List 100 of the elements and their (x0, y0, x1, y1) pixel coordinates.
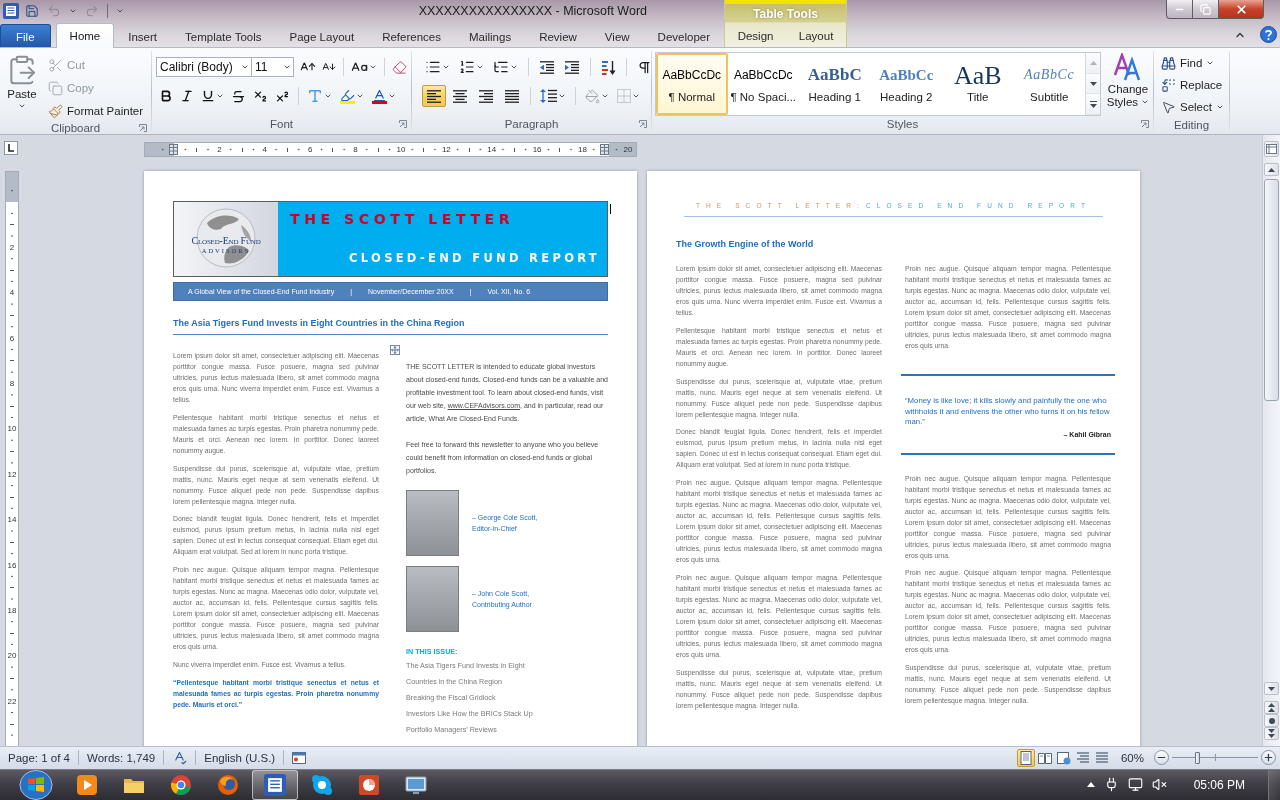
caret-icon[interactable] (69, 7, 77, 15)
caret-icon[interactable] (241, 63, 249, 71)
scroll-up-button[interactable] (1264, 163, 1279, 176)
dialog-launcher-icon[interactable] (399, 119, 407, 128)
ribbon-tab[interactable]: Page Layout (275, 24, 369, 48)
format-painter-button[interactable]: Format Painter (44, 100, 148, 122)
close-icon[interactable] (1234, 2, 1248, 16)
down-arrow-icon[interactable] (1089, 81, 1097, 86)
ribbon-tab[interactable]: Insert (114, 24, 172, 48)
minimize-button[interactable] (1166, 0, 1193, 19)
screen-icon[interactable] (405, 773, 427, 796)
find-button[interactable]: Find (1157, 52, 1228, 74)
numbered-list-icon[interactable] (459, 59, 475, 75)
macro-record-icon[interactable] (292, 751, 307, 764)
caret-icon[interactable] (116, 7, 124, 15)
zoom-slider-thumb[interactable] (1195, 751, 1201, 764)
style-item[interactable]: AaBbCc Heading 2 (870, 53, 942, 115)
binoculars-icon[interactable] (1161, 55, 1176, 71)
taskbar-app-button[interactable] (252, 769, 298, 800)
circle-icon[interactable] (1268, 717, 1275, 724)
caret-icon[interactable] (510, 63, 518, 71)
pie-tile-icon[interactable] (358, 773, 380, 796)
replace-button[interactable]: Replace (1157, 74, 1228, 96)
language-button[interactable]: English (U.S.) (196, 747, 284, 768)
underline-icon[interactable] (201, 89, 215, 103)
ribbon-tab[interactable]: Home (55, 23, 115, 48)
highlighter-icon[interactable] (339, 88, 355, 104)
page-count[interactable]: Page: 1 of 4 (0, 747, 79, 768)
up-arrow-icon[interactable] (1086, 782, 1095, 788)
spell-check-icon[interactable] (172, 750, 188, 766)
font-name-field[interactable]: Calibri (Body) (156, 57, 252, 77)
word-count[interactable]: Words: 1,749 (79, 747, 164, 768)
caret-icon[interactable] (1215, 103, 1224, 111)
style-item[interactable]: AaBbCcDc ¶ Normal (656, 53, 728, 115)
vertical-ruler[interactable]: 2 4 6 8 10 12 14 16 18 20 22 (5, 171, 19, 746)
styles-icon[interactable] (1113, 53, 1143, 81)
column-marker-icon[interactable] (169, 144, 178, 155)
help-icon[interactable] (1260, 26, 1277, 43)
caret-icon[interactable] (388, 92, 396, 100)
ribbon-tab[interactable]: View (590, 24, 644, 48)
paste-button[interactable]: Paste (4, 51, 40, 122)
more-icon[interactable] (1089, 100, 1097, 108)
next-page-button[interactable] (1264, 727, 1279, 740)
double-down-arrow-icon[interactable] (1268, 729, 1275, 738)
caret-icon[interactable] (324, 92, 332, 100)
line-spacing-icon[interactable] (540, 89, 557, 103)
style-item[interactable]: AaB Title (942, 53, 1014, 115)
horizontal-ruler[interactable]: 2 4 6 8 10 12 14 16 18 20 (144, 142, 637, 157)
style-item[interactable]: AaBbCcDc ¶ No Spaci... (727, 53, 799, 115)
double-up-arrow-icon[interactable] (1268, 703, 1275, 712)
replace-icon[interactable] (1161, 77, 1176, 93)
caret-icon[interactable] (283, 63, 291, 71)
vertical-scrollbar[interactable] (1262, 135, 1280, 746)
scroll-down-button[interactable] (1264, 682, 1279, 695)
font-color-icon[interactable] (371, 88, 387, 104)
up-arrow-icon[interactable] (1268, 167, 1275, 172)
caret-icon[interactable] (369, 63, 377, 71)
monitor-icon[interactable] (1127, 777, 1143, 793)
caret-icon[interactable] (632, 92, 640, 100)
style-item[interactable]: AaBbC Heading 1 (799, 53, 871, 115)
color-wheel-icon[interactable] (170, 773, 192, 796)
dialog-launcher-icon[interactable] (1141, 119, 1149, 128)
globe-icon[interactable] (217, 773, 239, 796)
multilevel-list-icon[interactable] (493, 59, 509, 75)
dialog-launcher-icon[interactable] (139, 124, 147, 132)
document-tile-icon[interactable] (264, 773, 286, 796)
column-marker-icon[interactable] (600, 144, 609, 155)
caret-icon[interactable] (601, 92, 609, 100)
caret-icon[interactable] (1206, 59, 1215, 67)
clock[interactable]: 05:06 PM (1193, 777, 1245, 792)
down-arrow-icon[interactable] (1268, 686, 1275, 691)
browse-object-button[interactable] (1264, 714, 1279, 727)
scrollbar-thumb[interactable] (1264, 179, 1279, 401)
tab-stop-icon[interactable] (4, 141, 18, 155)
change-styles-button[interactable]: Change Styles (1103, 50, 1153, 116)
close-button[interactable] (1218, 0, 1264, 19)
play-tile-icon[interactable] (76, 773, 98, 796)
caret-icon[interactable] (18, 102, 26, 110)
caret-icon[interactable] (558, 92, 566, 100)
gallery-down-button[interactable] (1086, 73, 1100, 95)
gallery-more-button[interactable] (1086, 94, 1100, 115)
previous-page-button[interactable] (1264, 701, 1279, 714)
pointer-icon[interactable] (1161, 99, 1176, 115)
zoom-level[interactable]: 60% (1110, 747, 1154, 768)
bullet-list-icon[interactable] (425, 59, 441, 75)
caret-icon[interactable] (216, 92, 224, 100)
ribbon-tab[interactable]: Design (728, 23, 783, 47)
file-tab[interactable]: File (0, 24, 51, 48)
paintbrush-icon[interactable] (48, 103, 63, 119)
restore-button[interactable] (1192, 0, 1219, 19)
ribbon-tab[interactable]: Layout (789, 23, 843, 47)
ribbon-tab[interactable]: Mailings (454, 24, 526, 48)
caret-icon[interactable] (476, 63, 484, 71)
font-size-field[interactable]: 11 (251, 57, 294, 77)
select-button[interactable]: Select (1157, 96, 1228, 118)
move-handle-icon[interactable] (390, 345, 400, 355)
document-tile-icon[interactable] (3, 3, 19, 19)
ribbon-tab[interactable]: Developer (643, 24, 724, 48)
cloud-icon[interactable] (311, 773, 333, 796)
ribbon-tab[interactable]: Template Tools (171, 24, 276, 48)
